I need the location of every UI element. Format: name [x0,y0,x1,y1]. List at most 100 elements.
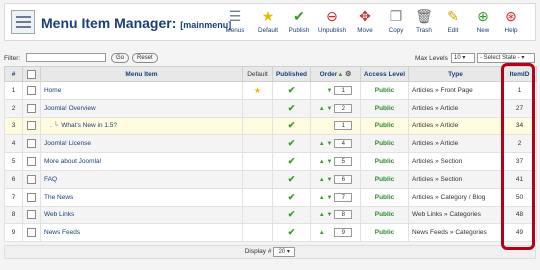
default-cell[interactable] [242,223,273,243]
published-cell[interactable]: ✔ [272,98,311,118]
toolbar-edit-button[interactable]: ✎ Edit [439,7,467,34]
toolbar-publish-button[interactable]: ✔ Publish [285,7,313,34]
save-order-icon[interactable]: ⚙ [345,71,351,78]
access-level-cell[interactable]: Public [360,81,409,100]
default-cell[interactable] [242,134,273,154]
order-down-icon[interactable]: ▼ [327,213,333,219]
reset-button[interactable]: Reset [132,53,158,63]
menu-item-link[interactable]: Web Links [44,211,74,218]
row-checkbox[interactable] [27,174,36,184]
order-input[interactable]: 1 [334,85,353,95]
order-input[interactable]: 8 [334,210,353,220]
published-check-icon[interactable]: ✔ [288,209,296,219]
default-cell[interactable] [242,205,273,225]
row-checkbox-cell[interactable] [22,187,41,207]
access-level-link[interactable]: Public [375,87,395,94]
col-type[interactable]: Type [408,66,503,82]
access-level-link[interactable]: Public [375,229,395,236]
order-down-icon[interactable]: ▼ [327,142,333,148]
menu-item-link[interactable]: More about Joomla! [44,158,101,165]
default-cell[interactable] [242,187,273,207]
menu-item-link[interactable]: Joomla! Overview [44,105,96,112]
access-level-cell[interactable]: Public [360,223,409,243]
order-input[interactable]: 2 [334,103,353,113]
published-cell[interactable]: ✔ [272,187,311,207]
row-checkbox-cell[interactable] [22,223,41,243]
default-cell[interactable] [242,152,273,171]
order-input[interactable]: 6 [334,174,353,184]
default-star-icon[interactable]: ★ [254,86,261,95]
menu-item-link[interactable]: FAQ [44,176,57,183]
published-cell[interactable]: ✔ [272,169,311,189]
default-cell[interactable] [242,169,273,189]
published-cell[interactable]: ✔ [272,81,311,100]
access-level-cell[interactable]: Public [360,169,409,189]
access-level-cell[interactable]: Public [360,116,409,136]
col-itemid[interactable]: ItemID [502,66,537,82]
order-up-icon[interactable]: ▲ [319,230,325,236]
order-up-icon[interactable]: ▲ [319,177,325,183]
toolbar-unpublish-button[interactable]: ⊖ Unpublish [318,7,346,34]
access-level-cell[interactable]: Public [360,187,409,207]
go-button[interactable]: Go [111,53,130,63]
row-checkbox[interactable] [27,139,36,149]
row-checkbox-cell[interactable] [22,116,41,136]
select-all-checkbox[interactable] [27,69,36,79]
access-level-cell[interactable]: Public [360,98,409,118]
col-order[interactable]: Order▲ ⚙ [310,66,361,82]
menu-item-link[interactable]: Home [44,87,61,94]
published-cell[interactable]: ✔ [272,152,311,171]
access-level-link[interactable]: Public [375,194,395,201]
access-level-link[interactable]: Public [375,158,395,165]
toolbar-default-button[interactable]: ★ Default [254,7,282,34]
menu-item-link[interactable]: News Feeds [44,229,80,236]
published-cell[interactable]: ✔ [272,116,311,136]
order-up-icon[interactable]: ▲ [319,195,325,201]
toolbar-copy-button[interactable]: ❐ Copy [382,7,410,34]
order-input[interactable]: 5 [334,157,353,167]
table-row[interactable]: 5 More about Joomla! ✔ ▲ ▼ 5 Public Articles … [4,152,537,171]
access-level-link[interactable]: Public [375,105,395,112]
toolbar-help-button[interactable]: ⊛ Help [497,7,525,34]
published-cell[interactable]: ✔ [272,223,311,243]
order-up-icon[interactable]: ▲ [319,142,325,148]
row-checkbox-cell[interactable] [22,81,41,100]
state-select[interactable]: - Select State - ▾ [477,53,535,63]
published-check-icon[interactable]: ✔ [288,85,296,95]
default-cell[interactable]: ★ [242,81,273,100]
toolbar-move-button[interactable]: ✥ Move [351,7,379,34]
order-up-icon[interactable]: ▲ [319,106,325,112]
row-checkbox[interactable] [27,121,36,131]
toolbar-trash-button[interactable]: 🗑 Trash [410,7,438,34]
published-check-icon[interactable]: ✔ [288,227,296,237]
toolbar-menus-button[interactable]: ☰ Menus [221,7,249,34]
published-check-icon[interactable]: ✔ [288,103,296,113]
published-check-icon[interactable]: ✔ [288,156,296,166]
published-check-icon[interactable]: ✔ [288,138,296,148]
published-check-icon[interactable]: ✔ [288,174,296,184]
access-level-cell[interactable]: Public [360,152,409,171]
col-access-level[interactable]: Access Level [360,66,409,82]
row-checkbox[interactable] [27,192,36,202]
menu-item-link[interactable]: Joomla! License [44,140,91,147]
table-row[interactable]: 9 News Feeds ✔ ▲ ▼ 9 Public News Feeds » Cate… [4,223,537,243]
published-check-icon[interactable]: ✔ [288,192,296,202]
default-cell[interactable] [242,98,273,118]
order-input[interactable]: 7 [334,192,353,202]
table-row[interactable]: 4 Joomla! License ✔ ▲ ▼ 4 Public Articles » A… [4,134,537,154]
row-checkbox-cell[interactable] [22,152,41,171]
order-up-icon[interactable]: ▲ [319,213,325,219]
table-row[interactable]: 8 Web Links ✔ ▲ ▼ 8 Public Web Links » Catego… [4,205,537,225]
access-level-link[interactable]: Public [375,140,395,147]
access-level-link[interactable]: Public [375,176,395,183]
col-default[interactable]: Default [242,66,273,82]
col-select-all[interactable] [22,66,41,82]
table-row[interactable]: 2 Joomla! Overview ✔ ▲ ▼ 2 Public Articles » … [4,98,537,118]
row-checkbox-cell[interactable] [22,98,41,118]
row-checkbox-cell[interactable] [22,205,41,225]
default-cell[interactable] [242,116,273,136]
order-input[interactable]: 1 [334,121,353,131]
menu-item-link[interactable]: The News [44,194,73,201]
order-down-icon[interactable]: ▼ [327,177,333,183]
col-menu-item[interactable]: Menu Item [40,66,243,82]
